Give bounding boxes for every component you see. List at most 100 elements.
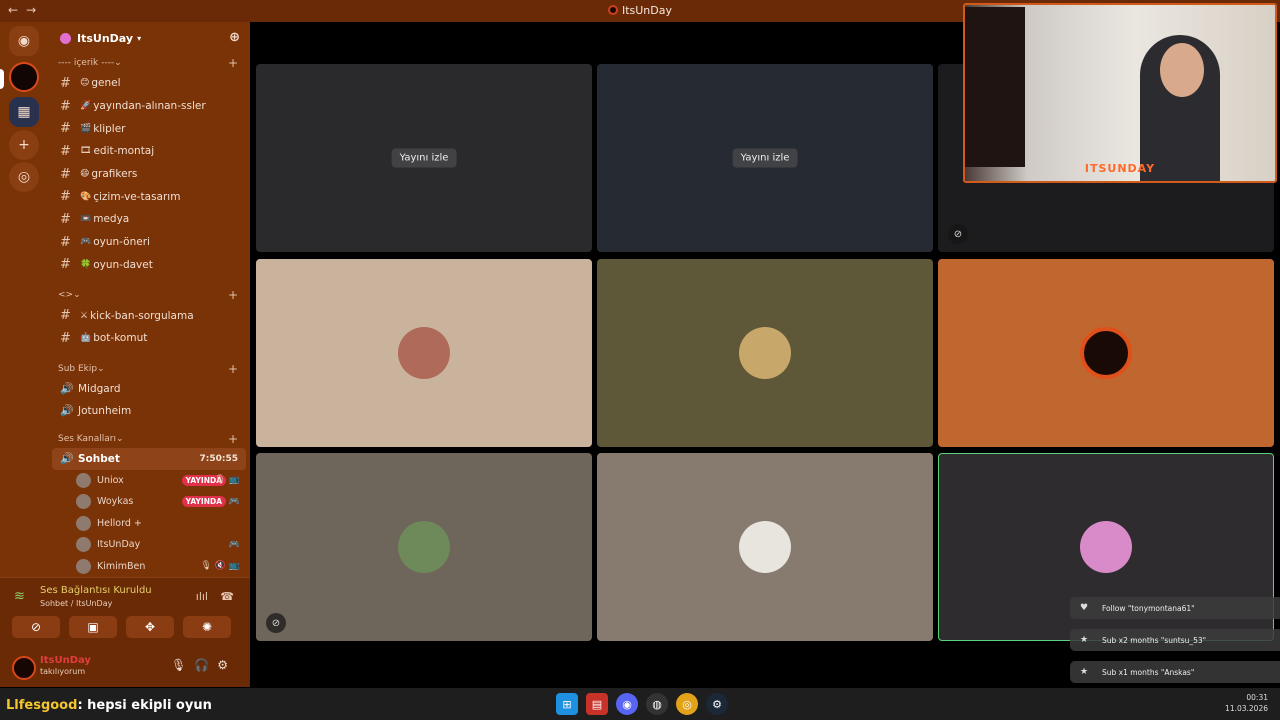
disconnect-icon[interactable]: ☎ — [220, 590, 234, 603]
app-icon[interactable]: ▤ — [586, 693, 608, 715]
add-channel-icon[interactable]: + — [228, 288, 238, 302]
voice-channel-midgard[interactable]: 🔊 Midgard — [48, 378, 250, 400]
channel-klipler[interactable]: # 🎬 klipler — [48, 117, 250, 140]
voice-user[interactable]: Hellord + — [48, 513, 250, 535]
channel-genel[interactable]: # 😊 genel — [48, 72, 250, 95]
channel-name: kick-ban-sorgulama — [90, 309, 194, 322]
watch-stream-button[interactable]: Yayını izle — [391, 148, 457, 168]
voice-user[interactable]: Woykas YAYINDA 🎮 — [48, 491, 250, 513]
user-name[interactable]: ItsUnDay — [40, 655, 91, 666]
channel-emoji-icon: 🚀 — [80, 101, 92, 112]
chevron-down-icon: ⌄ — [73, 290, 81, 301]
category-label: Ses Kanalları — [58, 433, 116, 444]
webcam-head — [1160, 43, 1204, 97]
hash-icon: # — [60, 308, 71, 324]
taskbar-icons: ⊞ ▤ ◉ ◍ ◎ ⚙ — [556, 693, 728, 715]
channel-yayından-alınan-ssler[interactable]: # 🚀 yayından-alınan-ssler — [48, 95, 250, 118]
category-header[interactable]: Ses Kanalları ⌄ + — [48, 430, 250, 448]
discord-icon[interactable]: ◉ — [616, 693, 638, 715]
user-tile[interactable] — [256, 259, 592, 447]
server-name: ItsUnDay — [77, 31, 134, 45]
user-status: takılıyorum — [40, 667, 86, 676]
voice-user[interactable]: KimimBen 🎙 🔇 📺 — [48, 556, 250, 578]
channel-name: bot-komut — [93, 332, 148, 345]
system-clock[interactable]: 00:31 11.03.2026 — [1225, 692, 1268, 714]
voice-user-name: Hellord + — [97, 517, 142, 529]
windows-start-icon[interactable]: ⊞ — [556, 693, 578, 715]
voice-channel-sohbet[interactable]: 🔊 Sohbet 7:50:55 — [52, 447, 246, 470]
soundboard-button[interactable]: ✺ — [183, 616, 231, 638]
channel-name: Jotunheim — [78, 404, 132, 417]
obs-icon[interactable]: ◍ — [646, 693, 668, 715]
channel-name: çizim-ve-tasarım — [93, 190, 181, 203]
settings-gear-icon[interactable]: ⚙ — [217, 658, 236, 672]
channel-emoji-icon: 📼 — [80, 214, 92, 225]
stream-alert: ★ Sub x2 months "suntsu_53" — [1070, 629, 1280, 651]
channel-name: klipler — [93, 122, 126, 135]
watch-stream-button[interactable]: Yayını izle — [732, 148, 798, 168]
server-header[interactable]: ItsUnDay ▾ ⊕ — [48, 22, 250, 54]
avatar[interactable] — [12, 656, 36, 680]
voice-user[interactable]: Uniox YAYINDA 🎙 📺 — [48, 470, 250, 492]
discord-home-icon[interactable]: ◉ — [9, 26, 39, 56]
add-channel-icon[interactable]: + — [228, 56, 238, 70]
channel-oyun-öneri[interactable]: # 🎮 oyun-öneri — [48, 231, 250, 254]
stream-alert: ♥ Follow "tonymontana61" — [1070, 597, 1280, 619]
hash-icon: # — [60, 98, 71, 114]
stream-tile-1[interactable]: Yayını izle — [256, 64, 592, 252]
noise-suppression-icon[interactable]: ılıl — [196, 590, 208, 603]
voice-timer: 7:50:55 — [199, 453, 238, 464]
server-folder-icon[interactable]: ▦ — [9, 97, 39, 127]
channel-name: genel — [91, 77, 121, 90]
activities-button[interactable]: ✥ — [126, 616, 174, 638]
share-screen-button[interactable]: ▣ — [69, 616, 117, 638]
server-badge-icon — [60, 32, 71, 44]
avatar — [1080, 521, 1132, 573]
chrome-icon[interactable]: ◎ — [676, 693, 698, 715]
user-tile[interactable] — [597, 453, 933, 641]
avatar — [76, 472, 91, 488]
mic-muted-icon: ⊘ — [266, 613, 286, 633]
channel-emoji-icon: 🎨 — [80, 191, 92, 202]
webcam-desk — [965, 7, 1025, 167]
steam-icon[interactable]: ⚙ — [706, 693, 728, 715]
app-root: ← → ItsUnDay ◉ ▦ + ◎ ItsUnDay ▾ ⊕ ---- iç… — [0, 0, 1280, 720]
server-itsunday-icon[interactable] — [9, 62, 39, 92]
voice-channel-jotunheim[interactable]: 🔊 Jotunheim — [48, 400, 250, 422]
hash-icon: # — [60, 75, 71, 91]
voice-user[interactable]: ItsUnDay 🎮 — [48, 534, 250, 556]
stream-tile-2[interactable]: Yayını izle — [597, 64, 933, 252]
headphones-icon[interactable]: 🎧 — [194, 658, 217, 672]
voice-status[interactable]: Ses Bağlantısı Kuruldu — [40, 585, 152, 596]
channel-oyun-davet[interactable]: # 🍀 oyun-davet — [48, 254, 250, 277]
user-tile[interactable]: ⊘ — [256, 453, 592, 641]
live-badge: YAYINDA — [181, 496, 226, 508]
category-header[interactable]: <> ⌄ + — [48, 286, 250, 304]
avatar — [76, 558, 91, 574]
category-header[interactable]: Sub Ekip ⌄ + — [48, 360, 250, 378]
channel-bot-komut[interactable]: # 🤖 bot-komut — [48, 327, 250, 350]
channel-kick-ban-sorgulama[interactable]: # ⚔ kick-ban-sorgulama — [48, 304, 250, 327]
hash-icon: # — [60, 330, 71, 346]
camera-off-button[interactable]: ⊘ — [12, 616, 60, 638]
channel-çizim-ve-tasarım[interactable]: # 🎨 çizim-ve-tasarım — [48, 185, 250, 208]
channel-name: Midgard — [78, 382, 121, 395]
channel-medya[interactable]: # 📼 medya — [48, 208, 250, 231]
invite-icon[interactable]: ⊕ — [229, 30, 240, 45]
alert-text: Sub x1 months "Anskas" — [1102, 667, 1195, 677]
user-tile[interactable] — [938, 259, 1274, 447]
user-tile[interactable] — [597, 259, 933, 447]
channel-edit-montaj[interactable]: # 🎞 edit-montaj — [48, 140, 250, 163]
voice-user-status-icons: 🎮 — [228, 496, 240, 507]
add-channel-icon[interactable]: + — [228, 432, 238, 446]
category-header[interactable]: ---- içerik ---- ⌄ + — [48, 54, 250, 72]
channel-grafikers[interactable]: # 😄 grafikers — [48, 163, 250, 186]
channel-name: oyun-öneri — [93, 236, 150, 249]
mic-icon[interactable]: 🎙 — [171, 658, 194, 672]
add-server-icon[interactable]: + — [9, 130, 39, 160]
chevron-down-icon: ⌄ — [116, 433, 124, 444]
explore-icon[interactable]: ◎ — [9, 162, 39, 192]
chat-overlay-line: Llfesgood: hepsi ekipli oyun — [6, 698, 212, 713]
add-channel-icon[interactable]: + — [228, 362, 238, 376]
voice-location[interactable]: Sohbet / ItsUnDay — [40, 599, 112, 608]
